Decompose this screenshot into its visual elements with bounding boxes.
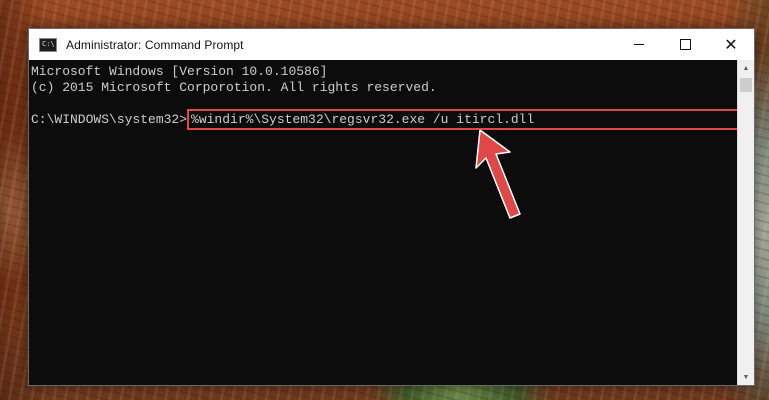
- close-button[interactable]: ✕: [708, 29, 754, 60]
- scroll-up-icon: ▲: [742, 64, 750, 72]
- red-arrow-annotation: [475, 130, 521, 219]
- scroll-down-icon: ▼: [742, 373, 750, 381]
- command-highlight-box: %windir%\System32\regsvr32.exe /u itircl…: [187, 109, 743, 130]
- console-line-copyright: (c) 2015 Microsoft Corporotion. All righ…: [31, 80, 437, 95]
- vertical-scrollbar[interactable]: ▲ ▼: [737, 60, 754, 385]
- scroll-thumb[interactable]: [740, 78, 752, 92]
- maximize-icon: [679, 39, 691, 50]
- close-icon: ✕: [724, 35, 738, 54]
- console-line-version: Microsoft Windows [Version 10.0.10586]: [31, 64, 328, 79]
- command-prompt-icon: C:\: [39, 37, 57, 52]
- minimize-icon: [634, 44, 644, 45]
- command-prompt-window[interactable]: C:\ Administrator: Command Prompt ✕ Micr…: [28, 28, 755, 386]
- arrow-icon: [475, 130, 521, 219]
- scroll-down-button[interactable]: ▼: [738, 369, 754, 385]
- maximize-button[interactable]: [662, 29, 708, 60]
- console-output[interactable]: Microsoft Windows [Version 10.0.10586] (…: [29, 60, 743, 385]
- window-controls: ✕: [616, 29, 754, 60]
- minimize-button[interactable]: [616, 29, 662, 60]
- window-title: Administrator: Command Prompt: [66, 37, 244, 52]
- title-bar[interactable]: C:\ Administrator: Command Prompt ✕: [29, 29, 754, 60]
- command-line: C:\WINDOWS\system32> %windir%\System32\re…: [31, 109, 743, 130]
- app-icon-glyph: C:\: [42, 39, 55, 48]
- console-prompt: C:\WINDOWS\system32>: [31, 112, 188, 127]
- command-text[interactable]: %windir%\System32\regsvr32.exe /u itircl…: [191, 112, 534, 127]
- scroll-up-button[interactable]: ▲: [738, 60, 754, 76]
